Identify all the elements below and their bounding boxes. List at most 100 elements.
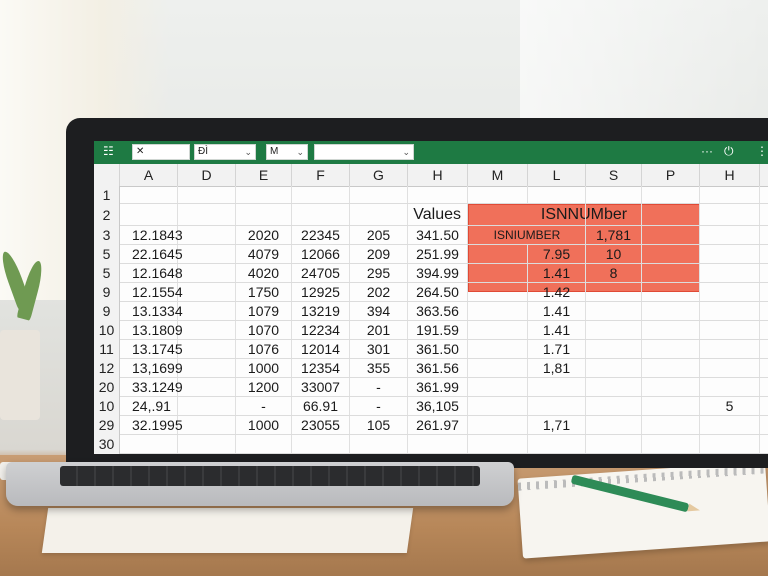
cell[interactable]: 12925 bbox=[292, 283, 350, 301]
size-dropdown[interactable]: M ⌄ bbox=[266, 144, 308, 160]
cell[interactable] bbox=[468, 264, 528, 282]
cell[interactable] bbox=[528, 204, 586, 225]
cell[interactable]: 1070 bbox=[236, 321, 292, 339]
cell[interactable]: 201 bbox=[350, 321, 408, 339]
cell[interactable]: 13.1745 bbox=[120, 340, 183, 358]
cell[interactable]: 33007 bbox=[292, 378, 350, 396]
cell[interactable]: 105 bbox=[350, 416, 408, 434]
cell[interactable]: 12234 bbox=[292, 321, 350, 339]
cell[interactable]: 24,.91 bbox=[120, 397, 178, 415]
cell[interactable]: 13219 bbox=[292, 302, 350, 320]
column-header[interactable]: S bbox=[586, 164, 642, 186]
cell[interactable] bbox=[642, 397, 700, 415]
row-number[interactable]: 10 bbox=[94, 321, 120, 340]
cell[interactable]: 4079 bbox=[236, 245, 292, 263]
cell[interactable]: 12.1843 bbox=[120, 226, 183, 244]
column-header[interactable]: A bbox=[120, 164, 178, 186]
corner-cell[interactable] bbox=[94, 164, 120, 186]
cell[interactable]: 24705 bbox=[292, 264, 350, 282]
cell[interactable] bbox=[586, 378, 642, 396]
cell[interactable]: 33.1249 bbox=[120, 378, 183, 396]
cell[interactable]: 12.1648 bbox=[120, 264, 183, 282]
cell[interactable]: 13,1699 bbox=[120, 359, 183, 377]
cell[interactable] bbox=[642, 435, 700, 453]
cell[interactable] bbox=[178, 359, 236, 377]
cell[interactable]: 23055 bbox=[292, 416, 350, 434]
cell[interactable] bbox=[178, 186, 236, 203]
cell[interactable]: 13.1334 bbox=[120, 302, 183, 320]
cell[interactable]: 1.71 bbox=[528, 340, 586, 358]
cell[interactable] bbox=[120, 186, 178, 203]
row-number[interactable]: 20 bbox=[94, 378, 120, 397]
cell[interactable]: 32.1995 bbox=[120, 416, 183, 434]
cell[interactable] bbox=[468, 321, 528, 339]
cell[interactable] bbox=[178, 321, 236, 339]
cell[interactable] bbox=[468, 283, 528, 301]
cell[interactable]: 209 bbox=[350, 245, 408, 263]
cell[interactable]: 5 bbox=[700, 397, 760, 415]
cell[interactable]: 1.42 bbox=[528, 283, 586, 301]
cell[interactable]: 202 bbox=[350, 283, 408, 301]
column-header[interactable]: F bbox=[292, 164, 350, 186]
cell[interactable]: 66.91 bbox=[292, 397, 350, 415]
cell[interactable] bbox=[292, 186, 350, 203]
cell[interactable] bbox=[236, 186, 292, 203]
cell[interactable] bbox=[586, 283, 642, 301]
font-box[interactable]: ✕ bbox=[132, 144, 190, 160]
cell[interactable]: - bbox=[350, 378, 408, 396]
cell[interactable] bbox=[642, 340, 700, 358]
cell[interactable]: 12014 bbox=[292, 340, 350, 358]
column-header[interactable]: H bbox=[700, 164, 760, 186]
cell[interactable] bbox=[292, 204, 350, 225]
cell[interactable] bbox=[468, 416, 528, 434]
cell[interactable] bbox=[700, 264, 760, 282]
column-header[interactable]: M bbox=[468, 164, 528, 186]
cell[interactable] bbox=[642, 283, 700, 301]
cell[interactable]: 251.99 bbox=[408, 245, 468, 263]
row-number[interactable]: 1 bbox=[94, 186, 120, 204]
cell[interactable] bbox=[178, 283, 236, 301]
cell[interactable]: 363.56 bbox=[408, 302, 468, 320]
column-header[interactable]: D bbox=[178, 164, 236, 186]
power-icon[interactable]: ⏻ bbox=[724, 144, 734, 159]
cell[interactable]: 295 bbox=[350, 264, 408, 282]
cell[interactable] bbox=[700, 186, 760, 203]
cell[interactable] bbox=[642, 204, 700, 225]
cell[interactable] bbox=[350, 204, 408, 225]
formula-dropdown[interactable]: ⌄ bbox=[314, 144, 414, 160]
cell[interactable]: 341.50 bbox=[408, 226, 468, 244]
cell[interactable] bbox=[642, 186, 700, 203]
cell[interactable]: 355 bbox=[350, 359, 408, 377]
cell[interactable] bbox=[586, 435, 642, 453]
cell[interactable] bbox=[700, 226, 760, 244]
cell[interactable] bbox=[642, 359, 700, 377]
cell[interactable]: 261.97 bbox=[408, 416, 468, 434]
cell[interactable] bbox=[178, 397, 236, 415]
cell[interactable]: 22.1645 bbox=[120, 245, 183, 263]
menu-icon[interactable]: ☷ bbox=[103, 144, 114, 158]
cell[interactable] bbox=[236, 435, 292, 453]
cell[interactable] bbox=[586, 416, 642, 434]
cell[interactable] bbox=[178, 264, 236, 282]
column-header[interactable]: P bbox=[642, 164, 700, 186]
cell[interactable]: 8 bbox=[586, 264, 642, 282]
cell[interactable]: 191.59 bbox=[408, 321, 468, 339]
row-number[interactable]: 5 bbox=[94, 264, 120, 283]
cell[interactable]: 10 bbox=[586, 245, 642, 263]
cell[interactable] bbox=[642, 245, 700, 263]
row-number[interactable]: 12 bbox=[94, 359, 120, 378]
column-header[interactable]: L bbox=[528, 164, 586, 186]
cell[interactable]: 4020 bbox=[236, 264, 292, 282]
cell[interactable]: 13.1809 bbox=[120, 321, 183, 339]
cell[interactable]: 361.56 bbox=[408, 359, 468, 377]
cell[interactable]: 1,781 bbox=[586, 226, 642, 244]
cell[interactable]: 301 bbox=[350, 340, 408, 358]
cell[interactable]: 1.41 bbox=[528, 302, 586, 320]
cell[interactable] bbox=[586, 359, 642, 377]
cell[interactable] bbox=[700, 359, 760, 377]
cell[interactable] bbox=[586, 340, 642, 358]
cell[interactable] bbox=[178, 340, 236, 358]
cell[interactable]: 1079 bbox=[236, 302, 292, 320]
cell[interactable] bbox=[120, 204, 178, 225]
cell[interactable] bbox=[642, 416, 700, 434]
